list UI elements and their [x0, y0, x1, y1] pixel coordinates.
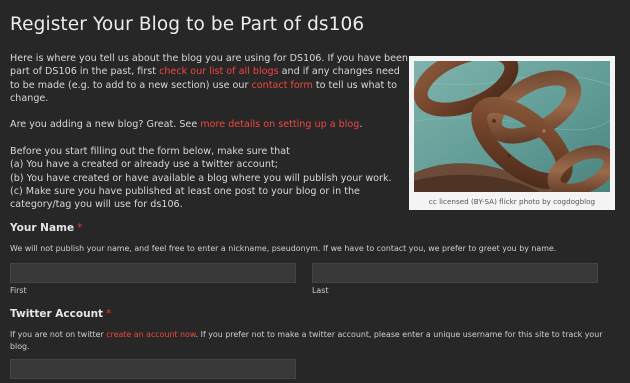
twitter-help-text: If you are not on twitter create an acco…: [10, 329, 610, 353]
first-name-input[interactable]: [10, 263, 296, 283]
intro-checklist: Before you start filling out the form be…: [10, 145, 408, 211]
checklist-item: (b) You have created or have available a…: [10, 172, 392, 184]
twitter-help-segment: If you are not on twitter: [10, 330, 107, 339]
required-marker: *: [106, 308, 112, 320]
twitter-account-input[interactable]: [10, 359, 296, 379]
last-name-input[interactable]: [312, 263, 598, 283]
chain-photo: [414, 61, 610, 192]
first-name-label: First: [10, 286, 27, 295]
your-name-label: Your Name: [10, 222, 75, 234]
photo-card: cc licensed (BY-SA) flickr photo by cogd…: [409, 56, 615, 210]
page-title: Register Your Blog to be Part of ds106: [10, 14, 365, 35]
name-help-text: We will not publish your name, and feel …: [10, 244, 557, 253]
contact-form-link[interactable]: contact form: [251, 80, 312, 91]
twitter-account-label: Twitter Account: [10, 308, 104, 320]
create-account-link[interactable]: create an account now: [106, 330, 195, 339]
blog-list-link[interactable]: check our list of all blogs: [159, 66, 279, 77]
checklist-lead: Before you start filling out the form be…: [10, 146, 290, 158]
required-marker: *: [77, 222, 83, 234]
photo-caption: cc licensed (BY-SA) flickr photo by cogd…: [428, 197, 596, 206]
twitter-account-heading: Twitter Account *: [10, 308, 111, 320]
your-name-heading: Your Name *: [10, 222, 82, 234]
intro-text-segment: Are you adding a new blog? Great. See: [10, 119, 201, 131]
intro-text: Here is where you tell us about the blog…: [10, 52, 408, 212]
intro-paragraph-existing: Here is where you tell us about the blog…: [10, 52, 408, 105]
setup-details-link[interactable]: more details on setting up a blog: [200, 119, 359, 130]
last-name-label: Last: [312, 286, 329, 295]
intro-text-segment: .: [359, 119, 363, 131]
checklist-item: (c) Make sure you have published at leas…: [10, 185, 360, 211]
intro-paragraph-new: Are you adding a new blog? Great. See mo…: [10, 118, 408, 131]
checklist-item: (a) You have a created or already use a …: [10, 159, 278, 171]
